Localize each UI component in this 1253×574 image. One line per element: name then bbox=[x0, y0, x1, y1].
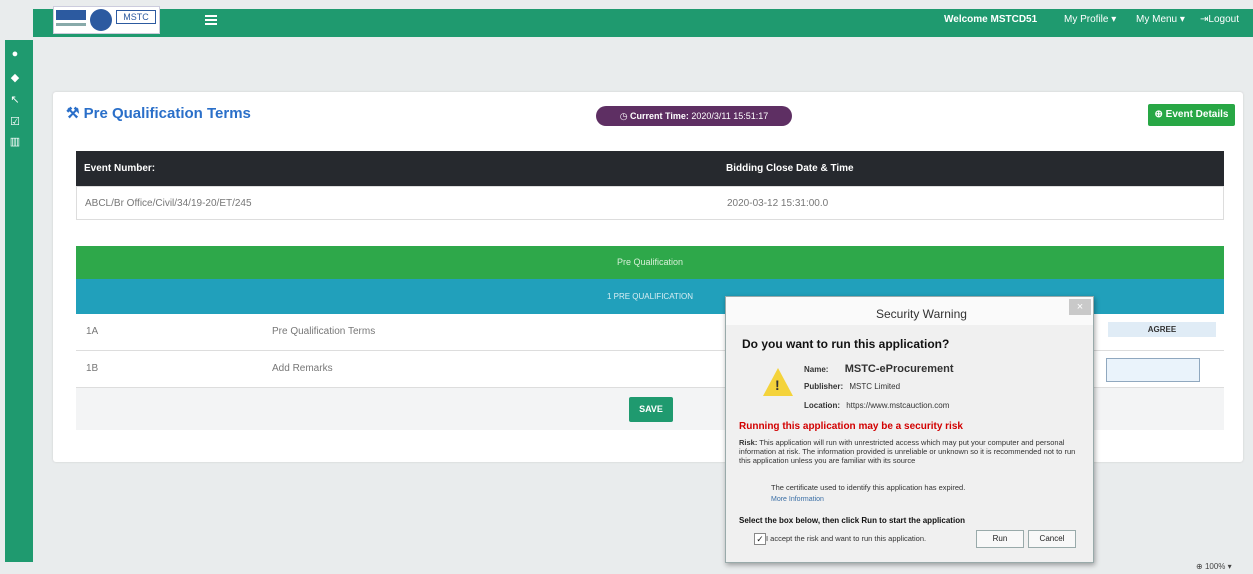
risk-heading: Running this application may be a securi… bbox=[739, 421, 963, 432]
row-id: 1B bbox=[86, 363, 99, 374]
cancel-button[interactable]: Cancel bbox=[1028, 530, 1076, 548]
checklist-icon[interactable]: ☑ bbox=[9, 116, 21, 128]
current-time-badge: ◷ Current Time: 2020/3/11 15:51:17 bbox=[596, 106, 792, 126]
hamburger-menu-icon[interactable] bbox=[205, 15, 217, 25]
row-label: Pre Qualification Terms bbox=[272, 326, 376, 337]
row-id: 1A bbox=[86, 326, 99, 337]
agree-button[interactable]: AGREE bbox=[1108, 322, 1216, 337]
logout-label: Logout bbox=[1208, 14, 1239, 25]
publisher-value: MSTC Limited bbox=[849, 382, 901, 391]
my-profile-menu[interactable]: My Profile ▾ bbox=[1064, 14, 1116, 25]
dialog-question: Do you want to run this application? bbox=[742, 337, 950, 351]
sidebar: ● ◆ ↖ ☑ ▥ bbox=[5, 40, 33, 562]
my-menu[interactable]: My Menu ▾ bbox=[1136, 14, 1185, 25]
select-instruction: Select the box below, then click Run to … bbox=[739, 516, 965, 525]
location-value: https://www.mstcauction.com bbox=[846, 401, 950, 410]
zoom-level: 100% bbox=[1204, 562, 1226, 571]
logo-subtext bbox=[56, 23, 86, 26]
dialog-title: Security Warning bbox=[876, 307, 967, 321]
risk-text: This application will run with unrestric… bbox=[739, 438, 1076, 465]
event-table-header: Event Number: Bidding Close Date & Time bbox=[76, 151, 1224, 186]
user-icon[interactable]: ● bbox=[9, 48, 21, 60]
page-title: ⚒ Pre Qualification Terms bbox=[66, 104, 251, 122]
accept-risk-label: I accept the risk and want to run this a… bbox=[766, 534, 927, 543]
close-icon[interactable]: × bbox=[1069, 299, 1091, 315]
risk-description: Risk: This application will run with unr… bbox=[739, 438, 1084, 465]
page-title-text: Pre Qualification Terms bbox=[83, 105, 251, 122]
remarks-input[interactable] bbox=[1106, 358, 1200, 382]
location-row: Location: https://www.mstcauction.com bbox=[804, 401, 949, 410]
prequal-section-header: Pre Qualification bbox=[76, 246, 1224, 279]
logout-link[interactable]: ⇥Logout bbox=[1200, 14, 1239, 25]
app-name-row: Name: MSTC-eProcurement bbox=[804, 363, 953, 375]
save-button[interactable]: SAVE bbox=[629, 397, 673, 422]
security-warning-dialog: Security Warning × Do you want to run th… bbox=[725, 296, 1094, 563]
run-button[interactable]: Run bbox=[976, 530, 1024, 548]
publisher-row: Publisher: MSTC Limited bbox=[804, 382, 900, 391]
logo-globe-icon bbox=[90, 9, 112, 31]
publisher-label: Publisher: bbox=[804, 382, 844, 391]
warning-exclamation-icon: ! bbox=[775, 377, 780, 393]
event-number-value: ABCL/Br Office/Civil/34/19-20/ET/245 bbox=[85, 198, 252, 209]
gavel-icon: ⚒ bbox=[66, 105, 84, 122]
header-event-number: Event Number: bbox=[84, 163, 156, 174]
more-information-link[interactable]: More Information bbox=[771, 496, 824, 503]
welcome-text: Welcome MSTCD51 bbox=[944, 14, 1038, 25]
name-value: MSTC-eProcurement bbox=[844, 363, 954, 375]
event-table-row: ABCL/Br Office/Civil/34/19-20/ET/245 202… bbox=[76, 186, 1224, 220]
binoculars-icon[interactable]: ◆ bbox=[9, 72, 21, 84]
row-label: Add Remarks bbox=[272, 363, 333, 374]
logo-emblem bbox=[56, 10, 86, 20]
mstc-logo[interactable]: MSTC bbox=[53, 6, 160, 34]
current-time-value: 2020/3/11 15:51:17 bbox=[691, 111, 769, 121]
location-label: Location: bbox=[804, 401, 840, 410]
event-details-button[interactable]: ⊕ Event Details bbox=[1148, 104, 1235, 126]
current-time-label: Current Time: bbox=[630, 111, 689, 121]
info-icon: ⊕ bbox=[1154, 109, 1166, 120]
accept-risk-checkbox[interactable]: ✓ bbox=[754, 533, 766, 545]
header-bidding-close: Bidding Close Date & Time bbox=[726, 163, 854, 174]
clock-icon: ◷ bbox=[619, 111, 631, 121]
chevron-down-icon: ▾ bbox=[1225, 562, 1232, 571]
chart-icon[interactable]: ▥ bbox=[9, 136, 21, 148]
bidding-close-value: 2020-03-12 15:31:00.0 bbox=[727, 198, 829, 209]
name-label: Name: bbox=[804, 365, 829, 374]
gavel-icon[interactable]: ↖ bbox=[9, 94, 21, 106]
event-details-label: Event Details bbox=[1165, 109, 1229, 120]
certificate-text: The certificate used to identify this ap… bbox=[771, 483, 966, 492]
risk-label: Risk: bbox=[739, 438, 758, 447]
zoom-indicator[interactable]: ⊕ 100% ▾ bbox=[1196, 562, 1232, 571]
zoom-icon: ⊕ bbox=[1196, 562, 1205, 571]
logo-text: MSTC bbox=[116, 10, 156, 24]
